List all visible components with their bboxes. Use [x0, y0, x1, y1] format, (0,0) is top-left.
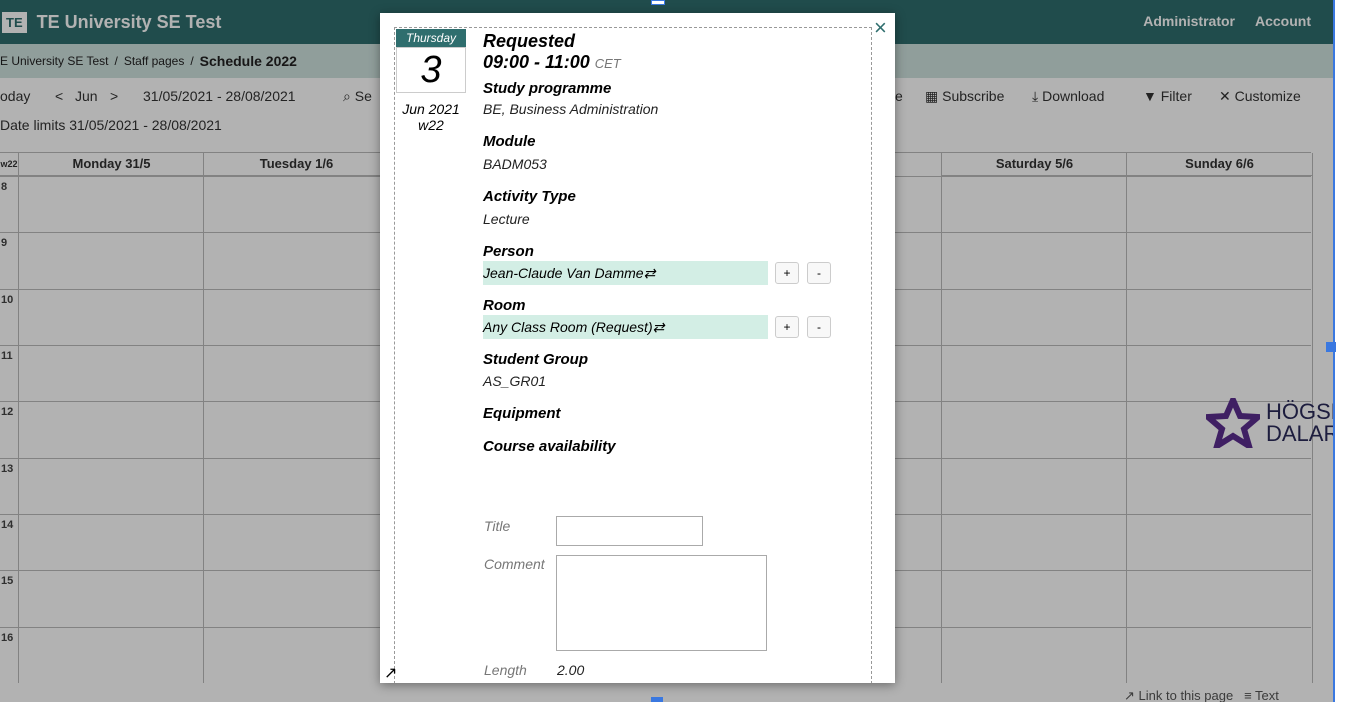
study-label: Study programme [483, 80, 612, 97]
add-person-button[interactable]: + [775, 262, 799, 284]
resize-handle[interactable] [1326, 342, 1336, 352]
group-label: Student Group [483, 351, 588, 368]
resize-handle[interactable] [651, 0, 665, 5]
day-number: 3 [396, 47, 466, 93]
room-row: Any Class Room (Request)⇄ + - [483, 315, 863, 341]
resize-handle[interactable] [651, 697, 663, 702]
title-input[interactable] [556, 516, 703, 546]
booking-dialog: × Thursday 3 Jun 2021 w22 Requested 09:0… [380, 13, 895, 683]
study-value: BE, Business Administration [483, 101, 659, 117]
remove-person-button[interactable]: - [807, 262, 831, 284]
add-room-button[interactable]: + [775, 316, 799, 338]
room-chip[interactable]: Any Class Room (Request)⇄ [483, 315, 768, 339]
length-value: 2.00 [557, 662, 585, 678]
booking-details: Requested 09:00 - 11:00 CET Study progra… [483, 31, 863, 455]
month-year: Jun 2021 [402, 101, 460, 117]
timezone: CET [594, 56, 621, 71]
person-chip[interactable]: Jean-Claude Van Damme⇄ [483, 261, 768, 285]
group-value: AS_GR01 [483, 373, 547, 389]
week-number: w22 [418, 117, 444, 133]
open-in-new-icon[interactable]: ↗ [384, 663, 397, 683]
room-label: Room [483, 297, 526, 314]
person-row: Jean-Claude Van Damme⇄ + - [483, 261, 863, 287]
module-value: BADM053 [483, 156, 547, 172]
status-label: Requested [483, 31, 576, 51]
remove-room-button[interactable]: - [807, 316, 831, 338]
availability-label: Course availability [483, 438, 616, 455]
time-value: 09:00 - 11:00 [483, 52, 590, 72]
close-icon[interactable]: × [874, 15, 887, 41]
person-label: Person [483, 243, 534, 260]
activity-value: Lecture [483, 211, 530, 227]
day-name: Thursday [396, 29, 466, 47]
time-range: 09:00 - 11:00 CET [483, 52, 863, 73]
date-badge: Thursday 3 Jun 2021 w22 [396, 29, 466, 133]
comment-label: Comment [484, 556, 545, 572]
title-label: Title [484, 518, 511, 534]
length-label: Length [484, 662, 527, 678]
comment-textarea[interactable] [556, 555, 767, 651]
activity-label: Activity Type [483, 188, 576, 205]
equipment-label: Equipment [483, 405, 561, 422]
module-label: Module [483, 133, 536, 150]
